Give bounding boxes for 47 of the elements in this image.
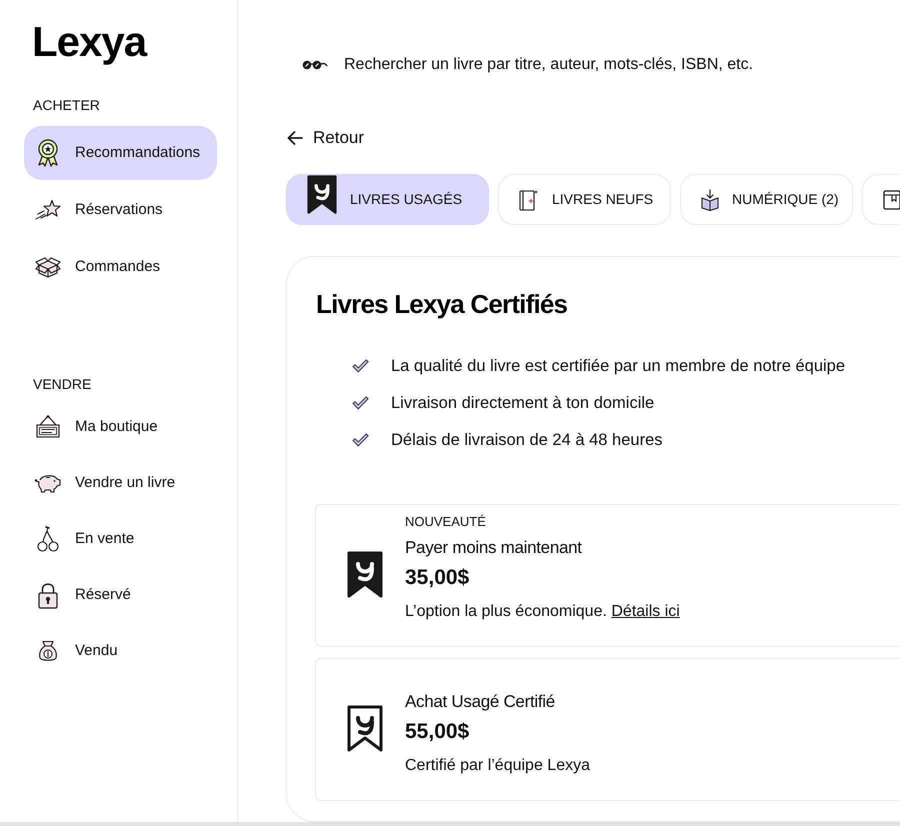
tab[interactable]: LIVRES USAGÉS	[286, 174, 489, 225]
option-title: Payer moins maintenant	[405, 537, 582, 559]
download-book-icon	[701, 188, 719, 210]
check-icon	[352, 359, 369, 373]
sidebar-item[interactable]: Recommandations	[24, 126, 217, 180]
check-icon	[352, 433, 369, 447]
option-price: 55,00$	[405, 719, 470, 745]
cherries-icon	[36, 526, 60, 552]
search-field[interactable]: Rechercher un livre par titre, auteur, mots-clés, ISBN, etc.	[344, 49, 886, 81]
option-title: Achat Usagé Certifié	[405, 691, 555, 713]
section-heading: ACHETER	[33, 97, 100, 113]
piggy-bank-icon	[34, 473, 62, 493]
sidebar-item[interactable]: En vente	[24, 512, 217, 566]
back-link[interactable]: Retour	[286, 124, 364, 152]
tab[interactable]: LIVRES NEUFS	[498, 174, 671, 225]
book-sparkle-icon	[519, 188, 539, 210]
card-title: Livres Lexya Certifiés	[316, 288, 568, 320]
sidebar-item[interactable]: Vendre un livre	[24, 456, 217, 510]
tab[interactable]: NUMÉRIQUE (2)	[680, 174, 853, 225]
sidebar-item[interactable]: Vendu	[24, 624, 217, 678]
sidebar-item[interactable]: Réservations	[24, 183, 217, 237]
check-icon	[352, 396, 369, 410]
sidebar-item[interactable]: Ma boutique	[24, 400, 217, 454]
hanging-sign-icon	[35, 414, 61, 440]
option-description: L’option la plus économique. Détails ici	[405, 602, 680, 622]
logo: Lexya	[32, 18, 146, 66]
feature-text: Délais de livraison de 24 à 48 heures	[391, 430, 663, 451]
new-tag: NOUVEAUTÉ	[405, 514, 486, 530]
feature-text: Livraison directement à ton domicile	[391, 393, 654, 414]
shooting-star-icon	[35, 199, 61, 221]
box-icon	[35, 256, 61, 278]
feature-text: La qualité du livre est certifiée par un membre de notre équipe	[391, 356, 846, 377]
sidebar-item[interactable]: Réservé	[24, 568, 217, 622]
award-ribbon-icon	[37, 139, 59, 167]
book-icon	[883, 190, 900, 210]
details-link[interactable]: Détails ici	[611, 603, 680, 620]
money-bag-icon	[38, 640, 58, 662]
option-description: Certifié par l’équipe Lexya	[405, 756, 590, 776]
option-price: 35,00$	[405, 565, 470, 591]
bookmark-icon	[347, 551, 383, 599]
section-heading: VENDRE	[33, 376, 92, 392]
sidebar-item[interactable]: Commandes	[24, 240, 217, 294]
padlock-icon	[38, 582, 58, 608]
bookmark-icon	[307, 175, 337, 215]
glasses-icon	[302, 59, 328, 71]
arrow-left-icon	[287, 131, 303, 145]
bookmark-icon	[347, 705, 383, 753]
